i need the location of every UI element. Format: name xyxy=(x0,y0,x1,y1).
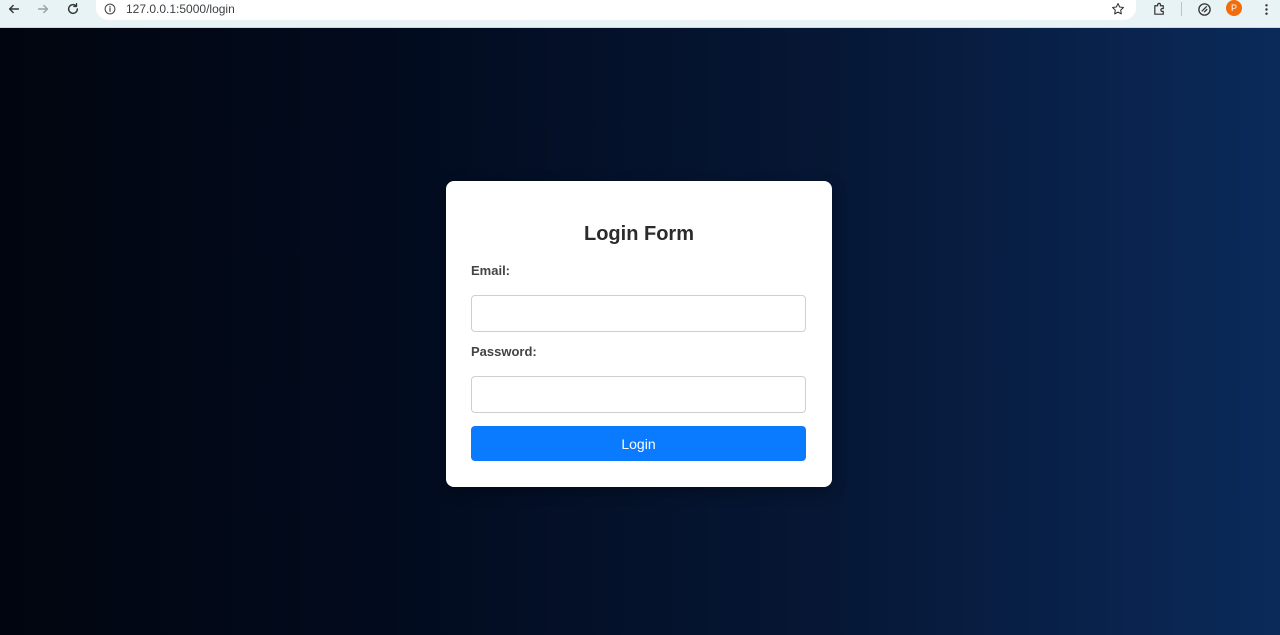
profile-avatar[interactable]: P xyxy=(1226,0,1242,16)
reload-icon xyxy=(67,3,79,15)
puzzle-icon xyxy=(1153,2,1164,15)
back-button[interactable] xyxy=(4,0,24,18)
extensions-button[interactable] xyxy=(1149,0,1169,18)
arrow-left-icon xyxy=(8,4,20,14)
kebab-menu-icon xyxy=(1264,3,1268,15)
email-label: Email: xyxy=(471,263,511,278)
browser-menu-button[interactable] xyxy=(1256,0,1276,18)
browser-toolbar: 127.0.0.1:5000/login P xyxy=(0,0,1280,28)
password-field[interactable] xyxy=(471,376,806,413)
sync-icon xyxy=(1197,2,1211,16)
bookmark-button[interactable] xyxy=(1110,1,1126,17)
arrow-right-icon xyxy=(37,4,49,14)
reload-button[interactable] xyxy=(63,0,83,18)
login-card: Login Form Email: Password: Login xyxy=(446,181,832,487)
page-background: Login Form Email: Password: Login xyxy=(0,28,1280,635)
form-title: Login Form xyxy=(584,223,694,245)
login-button[interactable]: Login xyxy=(471,426,806,461)
forward-button[interactable] xyxy=(33,0,53,18)
address-bar[interactable]: 127.0.0.1:5000/login xyxy=(96,0,1136,20)
toolbar-divider xyxy=(1181,2,1182,16)
site-info-button[interactable] xyxy=(101,0,119,18)
info-icon xyxy=(104,3,116,15)
email-field[interactable] xyxy=(471,295,806,332)
url-text[interactable]: 127.0.0.1:5000/login xyxy=(126,2,235,16)
password-label: Password: xyxy=(471,344,537,359)
star-icon xyxy=(1112,3,1124,15)
sync-button[interactable] xyxy=(1194,0,1214,18)
